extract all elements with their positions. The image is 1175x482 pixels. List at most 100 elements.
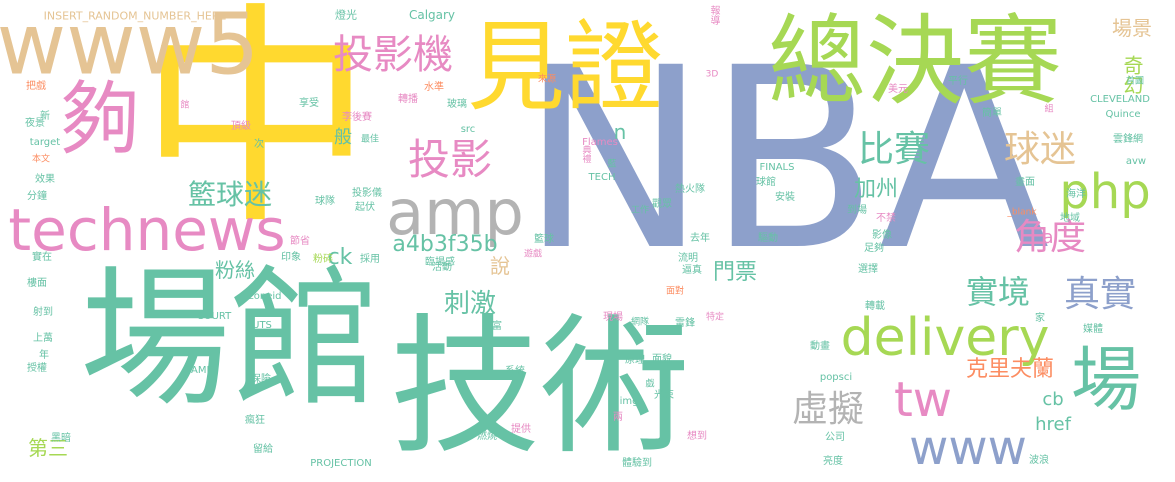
word-cjk-85: 地域 xyxy=(1060,213,1080,224)
word-cjk-23: 籃球迷 xyxy=(187,178,273,211)
word-cjk-126: 面貌 xyxy=(652,354,672,365)
word-cjk-139: 想到 xyxy=(687,431,707,442)
word-cjk-141: 公司 xyxy=(825,432,845,443)
word-cloud: NBA 中場館 技術 見證 總決賽 www5 夠場 technews amp php deliver… xyxy=(0,0,1175,482)
word-cjk-62: 效果 xyxy=(35,174,55,185)
word-puts-109: PUTS xyxy=(246,320,272,331)
word-cjk-123: 保險 xyxy=(251,374,271,385)
word-a-39: a xyxy=(1042,227,1054,248)
word-cjk-45: 平行 xyxy=(948,76,968,87)
word-3d-47: 3D xyxy=(705,69,719,80)
word-cjk-68: 藍 xyxy=(605,158,616,168)
word-cjk-95: 驅動 xyxy=(758,233,778,244)
word-cjk-136: 燃燒 xyxy=(477,431,497,442)
word-cjk-61: 本文 xyxy=(31,154,51,165)
word-insert-random-number-here-40: INSERT_RANDOM_NUMBER_HERE xyxy=(43,9,227,23)
word-cjk-132: 兩 xyxy=(613,412,623,423)
word-cjk-53: 李後賽 xyxy=(342,112,372,123)
word-cjk-31: 奇幻 xyxy=(1120,55,1144,95)
word-cjk-96: 遊戲 xyxy=(523,249,543,260)
word-cjk-36: 說 xyxy=(490,254,510,278)
word-cjk-16: 球迷 xyxy=(1003,129,1077,170)
word-game-122: GAME xyxy=(183,365,213,376)
word-cjk-63: 分鐘 xyxy=(27,191,47,202)
word-cjk-112: 雷鋒 xyxy=(675,318,695,329)
word-cjk-118: 上萬 xyxy=(33,333,53,344)
word-cjk-18: 真實 xyxy=(1063,274,1137,315)
word-finals-72: FINALS xyxy=(759,162,795,173)
word-cjk-28: 粉絲 xyxy=(215,258,255,282)
word-a4b3f35b-24: a4b3f35b xyxy=(392,232,498,257)
word-cjk-140: 體驗到 xyxy=(622,458,652,469)
word-cjk-131: 光束 xyxy=(654,390,674,401)
word-cjk-115: 轉載 xyxy=(865,301,885,312)
word-blank-84: _blank xyxy=(1007,207,1037,218)
word-avw-79: avw xyxy=(1125,156,1147,167)
word-cjk-119: 興富 xyxy=(482,321,502,332)
word-cleveland-75: CLEVELAND xyxy=(1090,94,1150,105)
word-court-108: COURT xyxy=(196,311,232,322)
word-img-130: img xyxy=(619,396,639,407)
word-cjk-71: 工作 xyxy=(630,205,650,216)
word-cjk-104: 活動 xyxy=(432,262,452,273)
word-cjk-83: 不禁 xyxy=(876,213,896,224)
word-cjk-99: 逼真 xyxy=(682,265,702,276)
word-cjk-133: 瘋狂 xyxy=(245,415,265,426)
word-cjk-117: 家 xyxy=(1035,313,1045,324)
word-cjk-69: 熱火隊 xyxy=(675,184,705,195)
word-cjk-106: 射到 xyxy=(33,307,53,318)
word-cjk-77: 簡單 xyxy=(982,108,1002,119)
word-cjk-92: 採用 xyxy=(360,254,380,265)
word-tw-22: tw xyxy=(893,372,953,428)
word-cjk-55: 館 xyxy=(178,99,189,109)
word-cjk-114: 面對 xyxy=(665,286,685,297)
word-cjk-142: 亮度 xyxy=(823,456,843,467)
word-cjk-73: 球館 xyxy=(756,177,776,188)
word-target-60: target xyxy=(29,137,61,148)
word-href-34: href xyxy=(1035,414,1071,435)
word-cjk-27: 加州 xyxy=(853,177,899,202)
word-cjk-43: 報導 xyxy=(708,5,719,25)
word-calgary-42: Calgary xyxy=(408,8,456,22)
word-cjk-67: 典禮 xyxy=(580,145,591,163)
word-cjk-125: 原理 xyxy=(625,355,645,366)
word-cjk-97: 流明 xyxy=(678,253,698,264)
word-popsci-128: popsci xyxy=(819,372,853,383)
word-cjk-44: 美元 xyxy=(888,84,908,95)
word-cjk-144: 次 xyxy=(254,139,264,150)
word-cjk-51: 轉播 xyxy=(398,94,418,105)
word-cjk-78: 雲鋒網 xyxy=(1113,134,1143,145)
word-cjk-134: 黑暗 xyxy=(51,433,71,444)
word-cjk-90: 起伏 xyxy=(355,202,375,213)
word-cjk-41: 燈光 xyxy=(335,8,357,22)
word-cjk-93: 籃球 xyxy=(534,234,554,245)
word-cjk-129: 戲 xyxy=(645,379,655,390)
word-cjk-30: 場景 xyxy=(1112,16,1152,40)
word-cjk-14: 投影 xyxy=(407,135,493,184)
word-cjk-143: 波浪 xyxy=(1029,455,1049,466)
word-cjk-70: 觀眾 xyxy=(652,199,672,210)
word-cjk-135: 留給 xyxy=(253,444,273,455)
word-cjk-58: 夜景 xyxy=(25,118,45,129)
word-cjk-54: 最佳 xyxy=(360,134,380,145)
word-cjk-49: 水準 xyxy=(424,82,444,93)
word-cjk-37: 般 xyxy=(334,127,352,148)
word-cjk-86: 影像 xyxy=(872,230,892,241)
word-cjk-120: 年 xyxy=(39,350,49,361)
word-cjk-89: 投影儀 xyxy=(352,188,382,199)
word-cjk-80: 畫面 xyxy=(1015,177,1035,188)
word-cjk-52: 享受 xyxy=(299,98,319,109)
word-tech-66: TECH xyxy=(588,172,616,183)
word-cjk-121: 授權 xyxy=(27,363,47,374)
word-cjk-87: 足夠 xyxy=(864,243,884,254)
word-cjk-103: 粉碎 xyxy=(313,254,333,265)
word-cjk-19: 實境 xyxy=(965,273,1031,311)
word-cjk-46: 首圖 xyxy=(1125,76,1145,87)
word-cjk-127: 動畫 xyxy=(810,341,830,352)
word-cjk-88: 球隊 xyxy=(315,196,335,207)
word-cjk-137: 提供 xyxy=(511,424,531,435)
word-cjk-105: 樓面 xyxy=(27,278,47,289)
word-cjk-98: 選擇 xyxy=(858,264,878,275)
word-zoneid-107: zoneid xyxy=(248,291,282,302)
word-cjk-94: 去年 xyxy=(690,233,710,244)
